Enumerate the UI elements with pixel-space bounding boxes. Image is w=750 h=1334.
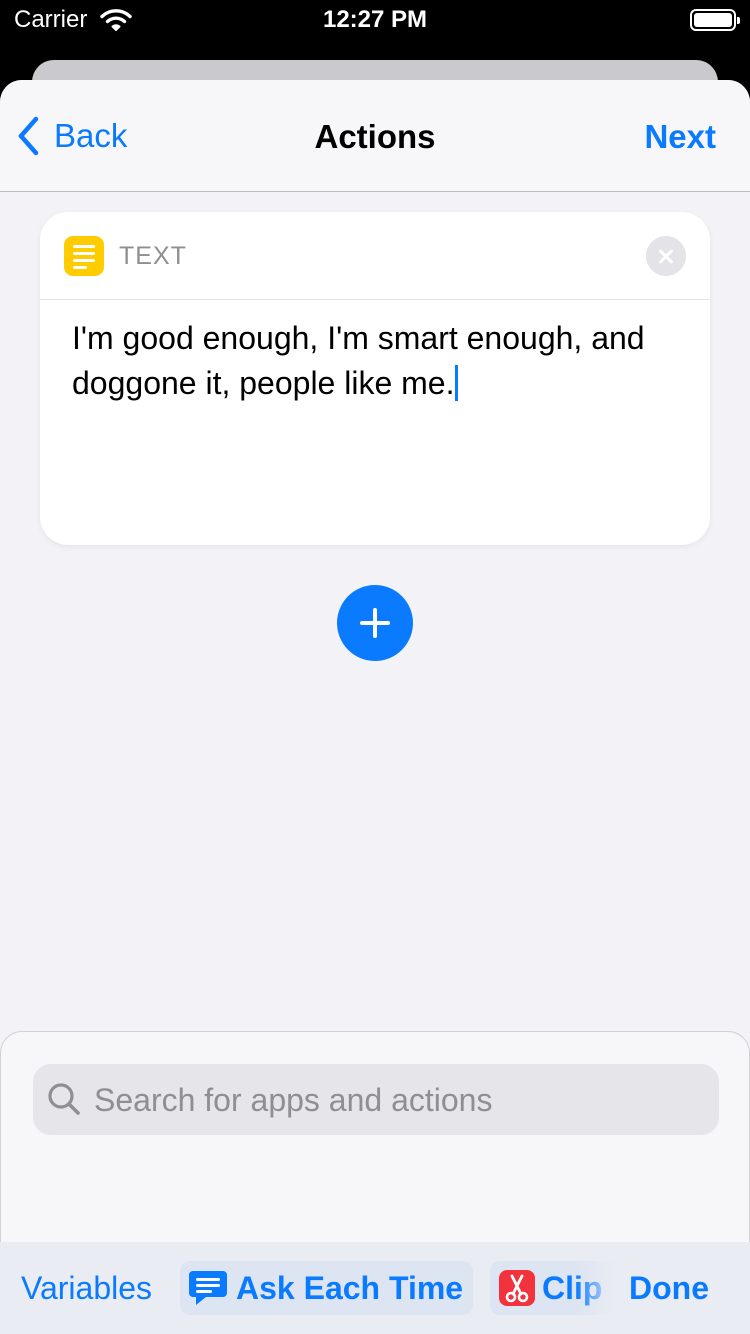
text-action-card: TEXT I'm good enough, I'm smart enough, … bbox=[40, 212, 710, 545]
search-placeholder: Search for apps and actions bbox=[94, 1082, 493, 1118]
add-action-button[interactable] bbox=[337, 585, 413, 661]
speech-bubble-icon bbox=[189, 1271, 227, 1305]
action-search-panel: Search for apps and actions bbox=[0, 1031, 750, 1254]
text-cursor bbox=[455, 365, 459, 401]
back-label: Back bbox=[54, 117, 128, 154]
back-button[interactable]: Back bbox=[16, 114, 127, 158]
scissors-icon bbox=[499, 1270, 535, 1306]
ask-each-time-chip[interactable]: Ask Each Time bbox=[180, 1261, 473, 1315]
clipboard-chip[interactable]: Clip bbox=[490, 1261, 616, 1315]
search-input[interactable]: Search for apps and actions bbox=[33, 1064, 719, 1135]
search-icon bbox=[47, 1082, 81, 1121]
variables-button[interactable]: Variables bbox=[21, 1270, 152, 1307]
text-content: I'm good enough, I'm smart enough, and d… bbox=[72, 320, 645, 401]
remove-action-button[interactable] bbox=[646, 236, 686, 276]
clip-fade bbox=[576, 1261, 616, 1315]
keyboard-accessory-bar: Variables Ask Each Time Clip Done bbox=[0, 1242, 750, 1334]
card-header: TEXT bbox=[40, 212, 710, 300]
status-bar: Carrier 12:27 PM bbox=[0, 0, 750, 44]
action-type-label: TEXT bbox=[119, 242, 187, 270]
text-lines-icon bbox=[64, 236, 104, 276]
status-time: 12:27 PM bbox=[322, 6, 428, 33]
chevron-left-icon bbox=[18, 116, 39, 156]
battery-icon bbox=[690, 9, 740, 31]
navigation-bar: Back Actions Next bbox=[0, 80, 750, 192]
ask-each-time-label: Ask Each Time bbox=[236, 1269, 464, 1306]
done-button[interactable]: Done bbox=[629, 1270, 709, 1307]
next-button[interactable]: Next bbox=[644, 118, 716, 156]
text-content-field[interactable]: I'm good enough, I'm smart enough, and d… bbox=[72, 316, 682, 406]
